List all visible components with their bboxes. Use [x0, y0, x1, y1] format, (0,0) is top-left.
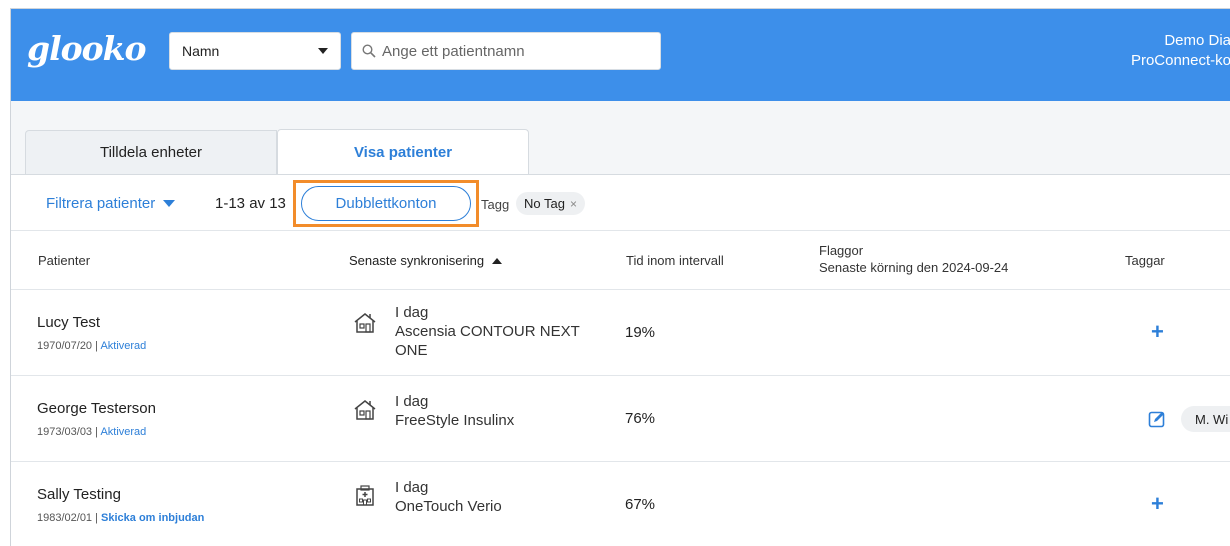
- tabs: Tilldela enheter Visa patienter: [25, 129, 529, 175]
- tab-assign-devices[interactable]: Tilldela enheter: [25, 130, 277, 174]
- patient-tag[interactable]: M. Wi: [1181, 406, 1230, 432]
- patient-meta: 1983/02/01 | Skicka om inbjudan: [37, 512, 204, 524]
- patient-dob: 1983/02/01: [37, 512, 93, 524]
- patient-name[interactable]: George Testerson: [37, 400, 156, 417]
- tag-filter-chip[interactable]: No Tag ×: [516, 192, 585, 215]
- column-time-in-range[interactable]: Tid inom intervall: [626, 253, 724, 268]
- tag-filter-label: Tagg: [481, 197, 510, 212]
- home-icon: [354, 400, 376, 420]
- clinic-icon: [356, 485, 374, 506]
- filter-bar: Filtrera patienter 1-13 av 13 Dubblettko…: [11, 175, 1230, 231]
- patient-name[interactable]: Lucy Test: [37, 314, 100, 331]
- sync-device: FreeStyle Insulinx: [395, 412, 515, 429]
- home-icon: [354, 313, 376, 333]
- edit-icon[interactable]: [1148, 410, 1166, 428]
- sync-info: I dag OneTouch Verio: [395, 478, 595, 516]
- time-in-range-value: 19%: [625, 324, 656, 341]
- user-account-menu[interactable]: Demo Dia ProConnect-ko: [1131, 31, 1230, 71]
- sync-day: I dag: [395, 479, 429, 496]
- patient-dob: 1973/03/03: [37, 426, 93, 438]
- search-icon: [362, 44, 376, 58]
- sync-device: OneTouch Verio: [395, 498, 502, 515]
- sync-info: I dag FreeStyle Insulinx: [395, 392, 595, 430]
- user-clinic: ProConnect-ko: [1130, 52, 1230, 69]
- resend-invite-link[interactable]: Skicka om inbjudan: [101, 512, 204, 524]
- search-placeholder: Ange ett patientnamn: [382, 42, 525, 60]
- time-in-range-value: 67%: [625, 496, 656, 513]
- patient-status-link[interactable]: Aktiverad: [100, 340, 146, 352]
- column-last-sync-label: Senaste synkronisering: [349, 253, 485, 268]
- column-tags: Taggar: [1125, 253, 1165, 268]
- patient-meta: 1973/03/03 | Aktiverad: [37, 426, 146, 438]
- page-frame: glooko Namn Ange ett patientnamn Demo Di…: [10, 8, 1230, 546]
- top-header: glooko Namn Ange ett patientnamn Demo Di…: [11, 9, 1230, 101]
- tag-chip-label: No Tag: [524, 196, 565, 211]
- column-flags[interactable]: Flaggor Senaste körning den 2024-09-24: [819, 242, 1008, 276]
- patient-meta: 1970/07/20 | Aktiverad: [37, 340, 146, 352]
- sort-ascending-icon: [492, 257, 503, 264]
- table-row[interactable]: Lucy Test 1970/07/20 | Aktiverad I dag A…: [11, 290, 1230, 376]
- patients-panel: Filtrera patienter 1-13 av 13 Dubblettko…: [11, 174, 1230, 546]
- chevron-down-icon: [318, 48, 328, 54]
- glooko-logo[interactable]: glooko: [27, 29, 147, 68]
- sync-device: Ascensia CONTOUR NEXT ONE: [395, 323, 580, 359]
- sync-day: I dag: [395, 304, 429, 321]
- table-header: Patienter Senaste synkronisering Tid ino…: [11, 231, 1230, 290]
- tab-view-patients[interactable]: Visa patienter: [277, 129, 529, 175]
- chevron-down-icon: [163, 200, 176, 207]
- search-type-select[interactable]: Namn: [169, 32, 341, 70]
- add-tag-button[interactable]: +: [1151, 321, 1164, 343]
- column-patients[interactable]: Patienter: [38, 253, 90, 268]
- filter-label: Filtrera patienter: [46, 195, 156, 212]
- time-in-range-value: 76%: [625, 410, 656, 427]
- table-row[interactable]: Sally Testing 1983/02/01 | Skicka om inb…: [11, 462, 1230, 546]
- duplicate-accounts-button[interactable]: Dubblettkonton: [301, 186, 471, 221]
- filter-patients-dropdown[interactable]: Filtrera patienter: [46, 195, 176, 212]
- patient-search-input[interactable]: Ange ett patientnamn: [351, 32, 661, 70]
- table-row[interactable]: George Testerson 1973/03/03 | Aktiverad …: [11, 376, 1230, 462]
- close-icon[interactable]: ×: [570, 197, 577, 211]
- patient-status-link[interactable]: Aktiverad: [100, 426, 146, 438]
- sync-info: I dag Ascensia CONTOUR NEXT ONE: [395, 303, 595, 360]
- add-tag-button[interactable]: +: [1151, 493, 1164, 515]
- column-flags-label: Flaggor: [819, 243, 864, 258]
- result-count: 1-13 av 13: [215, 195, 286, 212]
- patient-name[interactable]: Sally Testing: [37, 486, 121, 503]
- user-name: Demo Dia: [1164, 32, 1230, 49]
- column-last-sync[interactable]: Senaste synkronisering: [349, 253, 503, 268]
- sync-day: I dag: [395, 393, 429, 410]
- content-area: Tilldela enheter Visa patienter Filtrera…: [11, 101, 1230, 546]
- column-flags-subtitle: Senaste körning den 2024-09-24: [819, 260, 1009, 275]
- search-type-value: Namn: [182, 43, 220, 59]
- meta-separator: |: [92, 512, 102, 524]
- patient-dob: 1970/07/20: [37, 340, 93, 352]
